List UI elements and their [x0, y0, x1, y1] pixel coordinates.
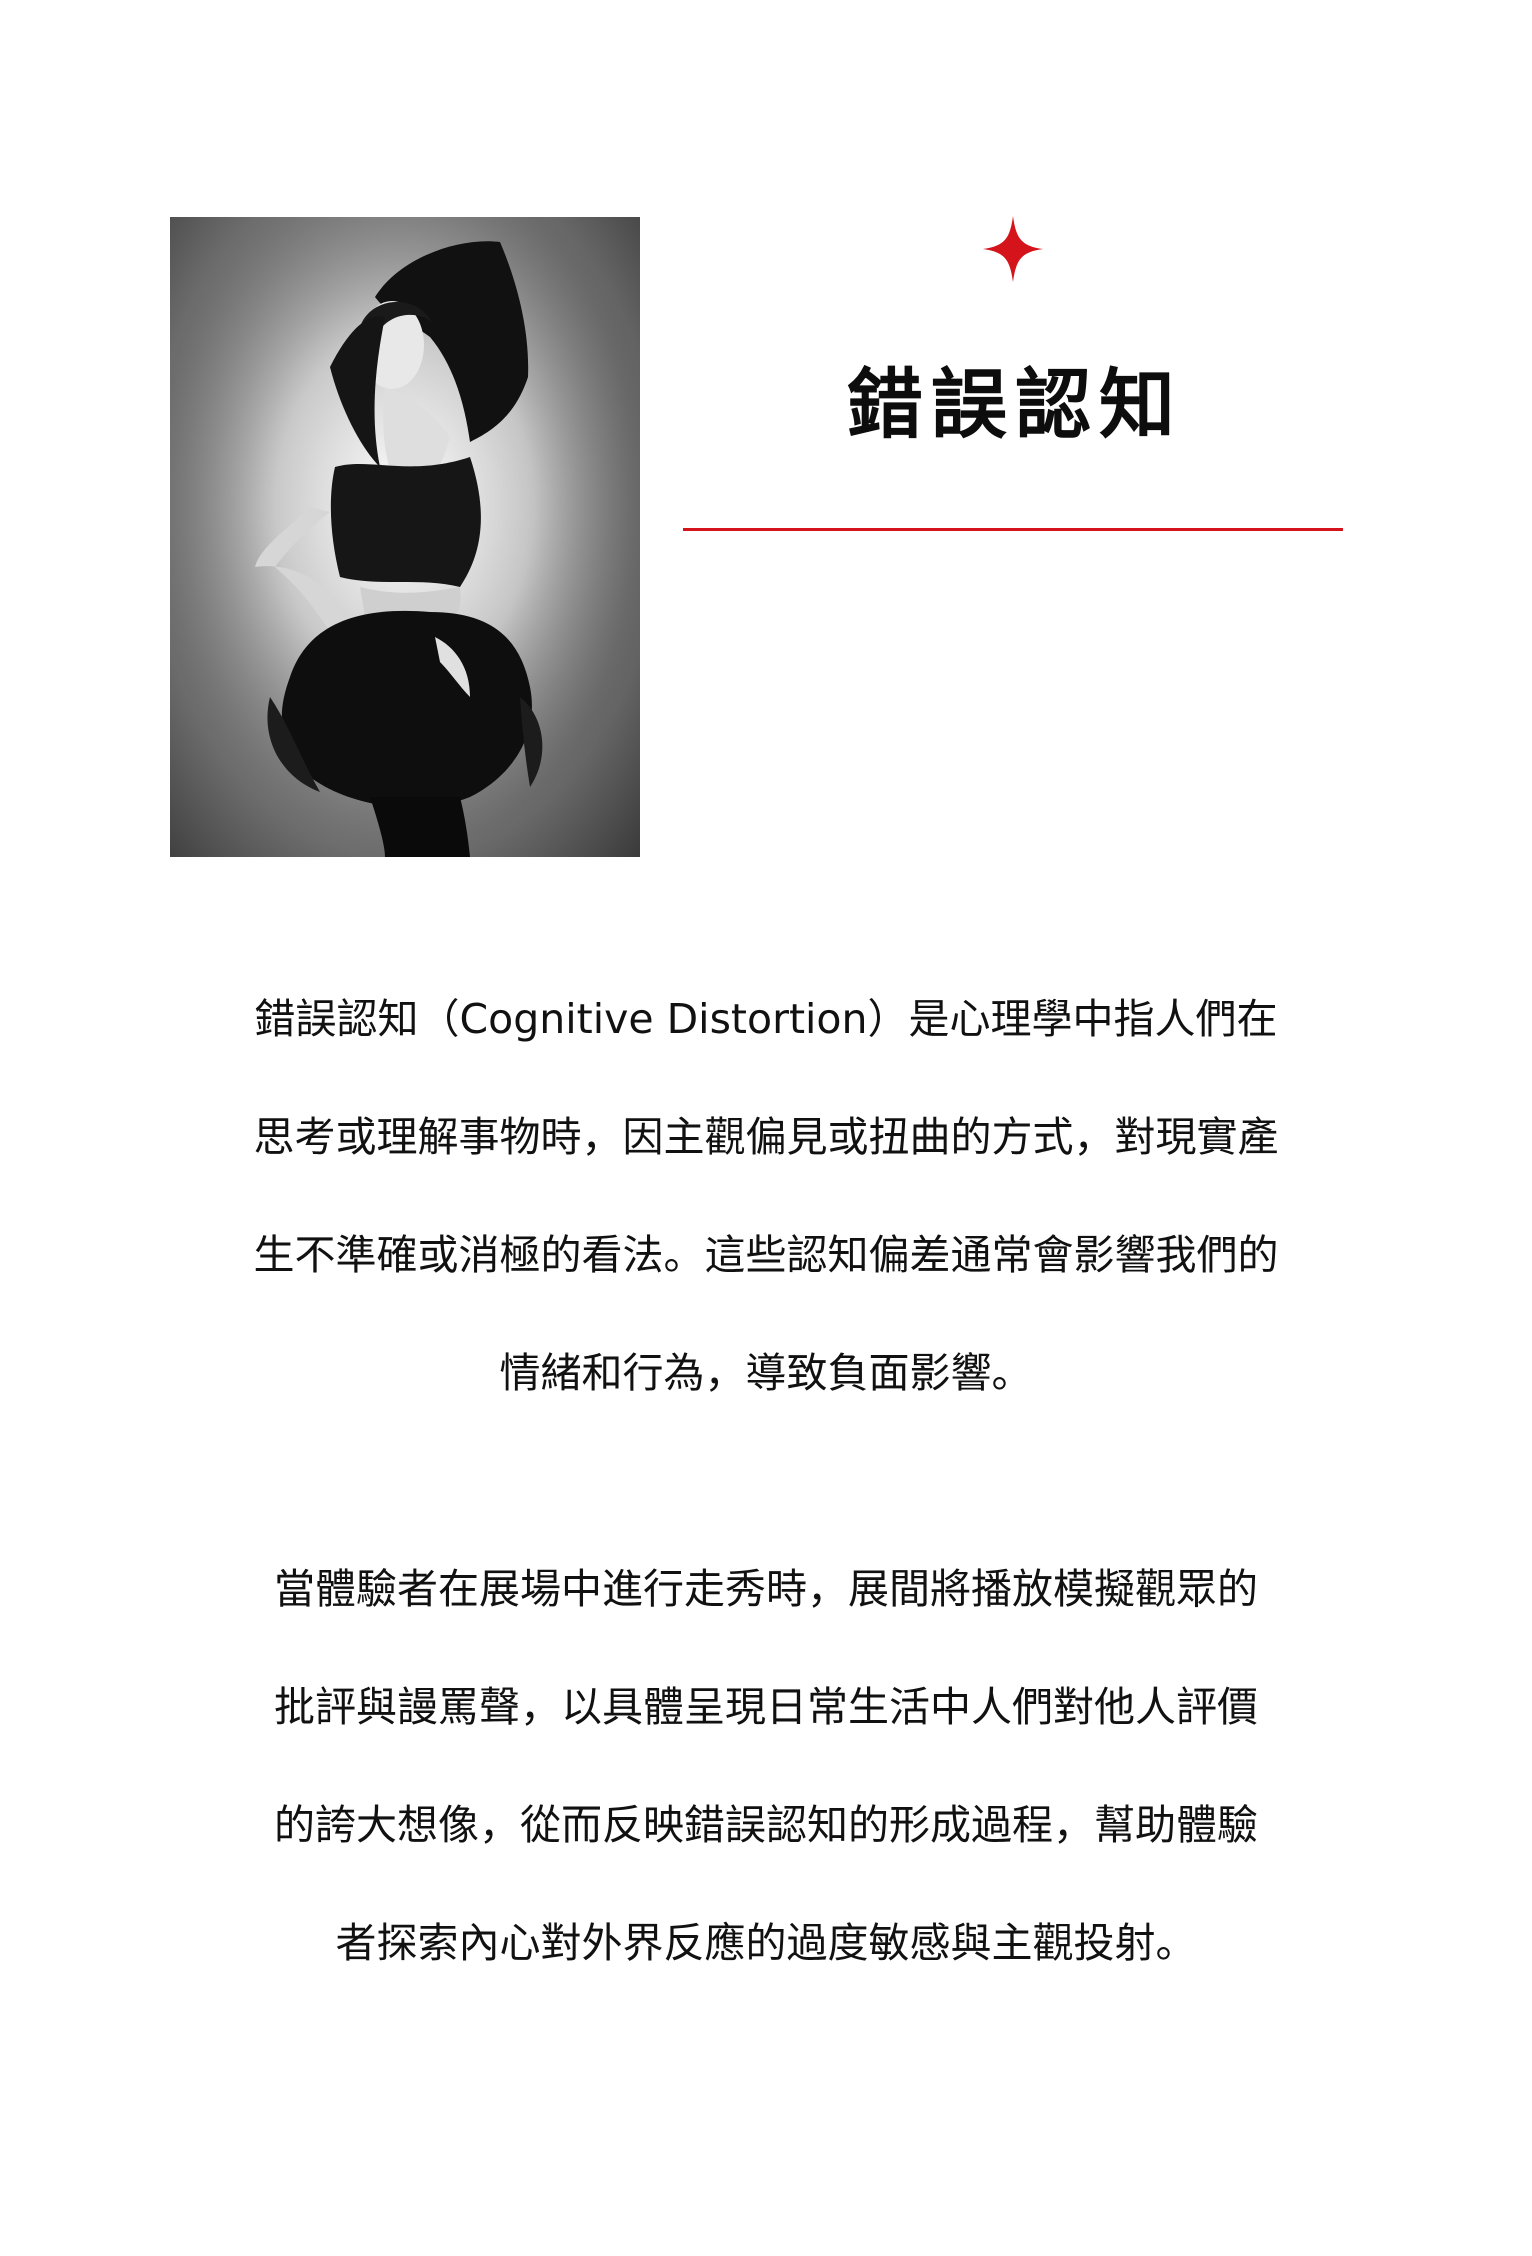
experience-line: 批評與謾罵聲，以具體呈現日常生活中人們對他人評價 [274, 1683, 1258, 1731]
experience-paragraph: 當體驗者在展場中進行走秀時，展間將播放模擬觀眾的 批評與謾罵聲，以具體呈現日常生… [150, 1530, 1382, 2002]
intro-line: 生不準確或消極的看法。這些認知偏差通常會影響我們的 [253, 1231, 1279, 1279]
title-divider [683, 528, 1343, 531]
experience-line: 的誇大想像，從而反映錯誤認知的形成過程，幫助體驗 [274, 1801, 1258, 1849]
four-point-star-icon [983, 216, 1043, 282]
hero-photo [170, 217, 640, 857]
experience-line: 當體驗者在展場中進行走秀時，展間將播放模擬觀眾的 [274, 1565, 1258, 1613]
page-title: 錯誤認知 [847, 360, 1183, 449]
hero-photo-illustration [170, 217, 640, 857]
intro-line: 錯誤認知（Cognitive Distortion）是心理學中指人們在 [254, 995, 1278, 1043]
intro-line: 思考或理解事物時，因主觀偏見或扭曲的方式，對現實產 [253, 1113, 1279, 1161]
intro-paragraph: 錯誤認知（Cognitive Distortion）是心理學中指人們在 思考或理… [150, 960, 1382, 1432]
experience-line: 者探索內心對外界反應的過度敏感與主觀投射。 [335, 1919, 1197, 1967]
intro-line: 情緒和行為，導致負面影響。 [499, 1349, 1033, 1397]
